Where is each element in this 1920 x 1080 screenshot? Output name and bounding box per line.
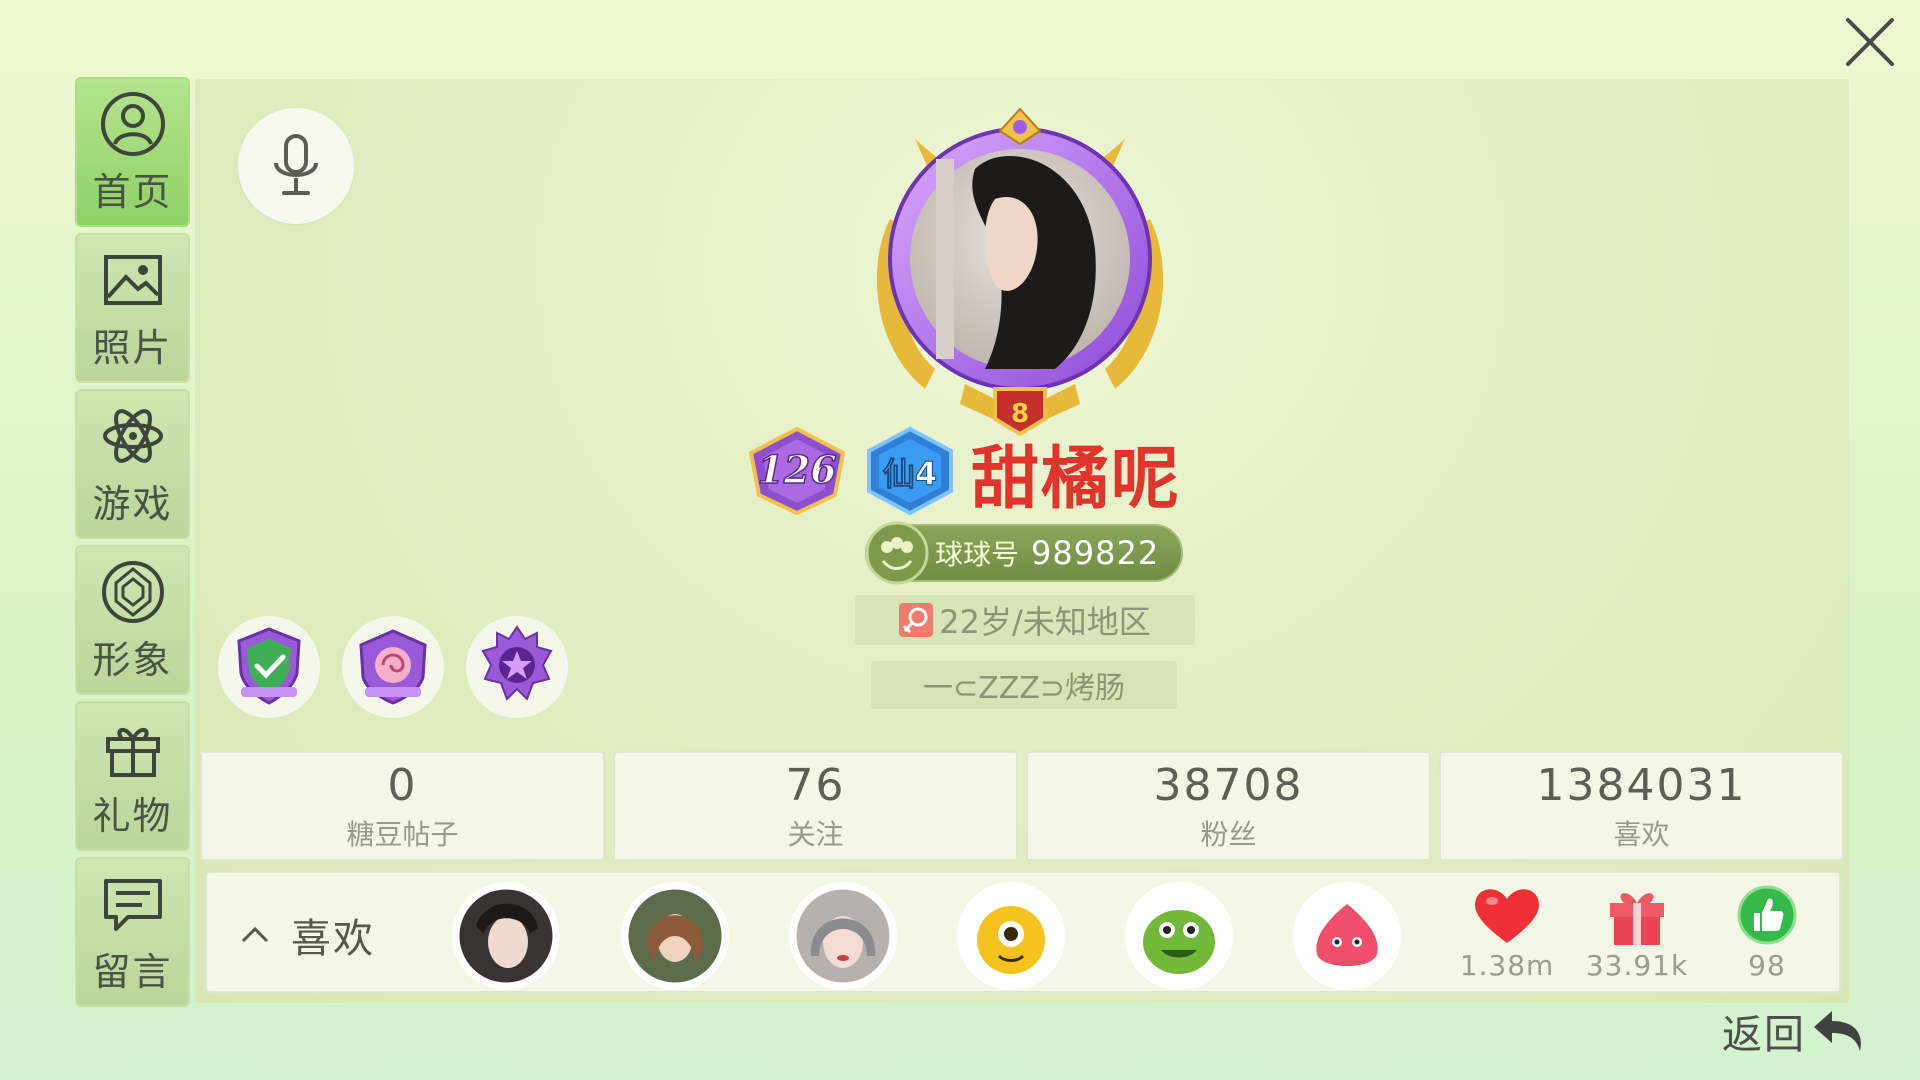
nav-home[interactable]: 首页 xyxy=(75,77,190,227)
nav-home-label: 首页 xyxy=(92,169,173,214)
liker-avatar[interactable] xyxy=(1293,882,1401,990)
close-icon xyxy=(1846,18,1894,66)
stat-likes-value: 1384031 xyxy=(1536,759,1747,811)
profile-panel: 8 126 仙4 甜橘呢 球球号 989822 22岁/未知地区 一⊂ZZZ⊃烤… xyxy=(195,79,1849,1003)
stat-following-label: 关注 xyxy=(787,817,844,851)
hearts-counter[interactable]: 1.38m xyxy=(1447,883,1567,982)
vip-text: 仙4 xyxy=(883,455,937,493)
hearts-value: 1.38m xyxy=(1459,949,1555,982)
signature-chip: 一⊂ZZZ⊃烤肠 xyxy=(871,661,1177,709)
nav-avatar[interactable]: 形象 xyxy=(75,545,190,695)
stat-likes[interactable]: 1384031 喜欢 xyxy=(1439,751,1844,861)
stat-following[interactable]: 76 关注 xyxy=(613,751,1018,861)
nav-avatar-label: 形象 xyxy=(92,637,173,682)
gifts-value: 33.91k xyxy=(1585,949,1689,982)
id-label: 球球号 xyxy=(935,538,1020,571)
username: 甜橘呢 xyxy=(971,439,1182,519)
nav-photos-label: 照片 xyxy=(92,325,173,370)
microphone-icon xyxy=(274,134,318,195)
medal-star[interactable] xyxy=(466,616,568,718)
medal-swirl[interactable] xyxy=(342,616,444,718)
back-button[interactable]: 返回 xyxy=(1722,1002,1870,1060)
nav-messages[interactable]: 留言 xyxy=(75,857,190,1007)
thumbs-value: 98 xyxy=(1748,949,1786,982)
heart-icon xyxy=(1475,889,1539,943)
photo-icon xyxy=(103,254,162,305)
stat-fans-label: 粉丝 xyxy=(1200,817,1257,851)
level-text: 126 xyxy=(757,447,836,492)
stat-posts-value: 0 xyxy=(387,759,418,811)
stat-fans[interactable]: 38708 粉丝 xyxy=(1026,751,1431,861)
age-location-chip: 22岁/未知地区 xyxy=(855,595,1195,645)
star-badge-icon xyxy=(481,625,553,701)
age-location-text: 22岁/未知地区 xyxy=(939,603,1151,641)
level-badge: 126 xyxy=(745,425,849,519)
stat-posts-label: 糖豆帖子 xyxy=(346,817,459,851)
close-button[interactable] xyxy=(1838,10,1902,74)
verified-shield-icon xyxy=(237,627,301,705)
liker-avatar[interactable] xyxy=(957,882,1065,990)
message-icon xyxy=(103,878,162,931)
profile-icon xyxy=(100,91,165,156)
ball-mascot-icon xyxy=(865,521,929,585)
likes-row: 喜欢 1.38m 33.91k 98 xyxy=(205,871,1841,993)
vip-badge: 仙4 xyxy=(863,425,957,519)
stat-following-value: 76 xyxy=(785,759,846,811)
swirl-badge-icon xyxy=(359,629,427,705)
back-arrow-icon xyxy=(1814,1011,1861,1051)
liker-avatar[interactable] xyxy=(789,882,897,990)
voice-button[interactable] xyxy=(238,108,354,224)
avatar[interactable]: 8 xyxy=(855,99,1185,439)
nav-games[interactable]: 游戏 xyxy=(75,389,190,539)
medals xyxy=(218,616,568,718)
medal-verified[interactable] xyxy=(218,616,320,718)
nav-messages-label: 留言 xyxy=(92,949,173,994)
likes-toggle[interactable]: 喜欢 xyxy=(237,906,375,964)
nav-gifts-label: 礼物 xyxy=(92,793,173,838)
liker-avatar[interactable] xyxy=(452,882,560,990)
stat-fans-value: 38708 xyxy=(1153,759,1304,811)
diamond-icon xyxy=(101,560,164,623)
liker-avatar[interactable] xyxy=(1125,882,1233,990)
nav-photos[interactable]: 照片 xyxy=(75,233,190,383)
stat-posts[interactable]: 0 糖豆帖子 xyxy=(200,751,605,861)
stat-likes-label: 喜欢 xyxy=(1613,817,1670,851)
id-value: 989822 xyxy=(1031,534,1160,572)
gift-box-icon xyxy=(1610,893,1664,945)
atom-icon xyxy=(102,408,163,463)
sidebar-nav: 首页 照片 游戏 形象 礼物 留言 xyxy=(75,77,190,1013)
nav-gifts[interactable]: 礼物 xyxy=(75,701,190,851)
thumbs-counter[interactable]: 98 xyxy=(1707,883,1827,982)
gift-icon xyxy=(105,727,160,777)
likes-title: 喜欢 xyxy=(291,916,375,962)
id-pill[interactable]: 球球号 989822 xyxy=(865,521,1183,585)
liker-avatar[interactable] xyxy=(621,882,729,990)
chevron-up-icon xyxy=(241,926,269,943)
female-icon xyxy=(899,603,934,637)
stats-row: 0 糖豆帖子 76 关注 38708 粉丝 1384031 喜欢 xyxy=(200,751,1844,861)
thumbs-up-icon xyxy=(1737,885,1797,945)
name-row: 126 仙4 甜橘呢 xyxy=(745,425,1181,519)
nav-games-label: 游戏 xyxy=(92,481,173,526)
gifts-counter[interactable]: 33.91k xyxy=(1577,883,1697,982)
back-label: 返回 xyxy=(1722,1012,1806,1058)
signature-text: 一⊂ZZZ⊃烤肠 xyxy=(923,671,1125,706)
